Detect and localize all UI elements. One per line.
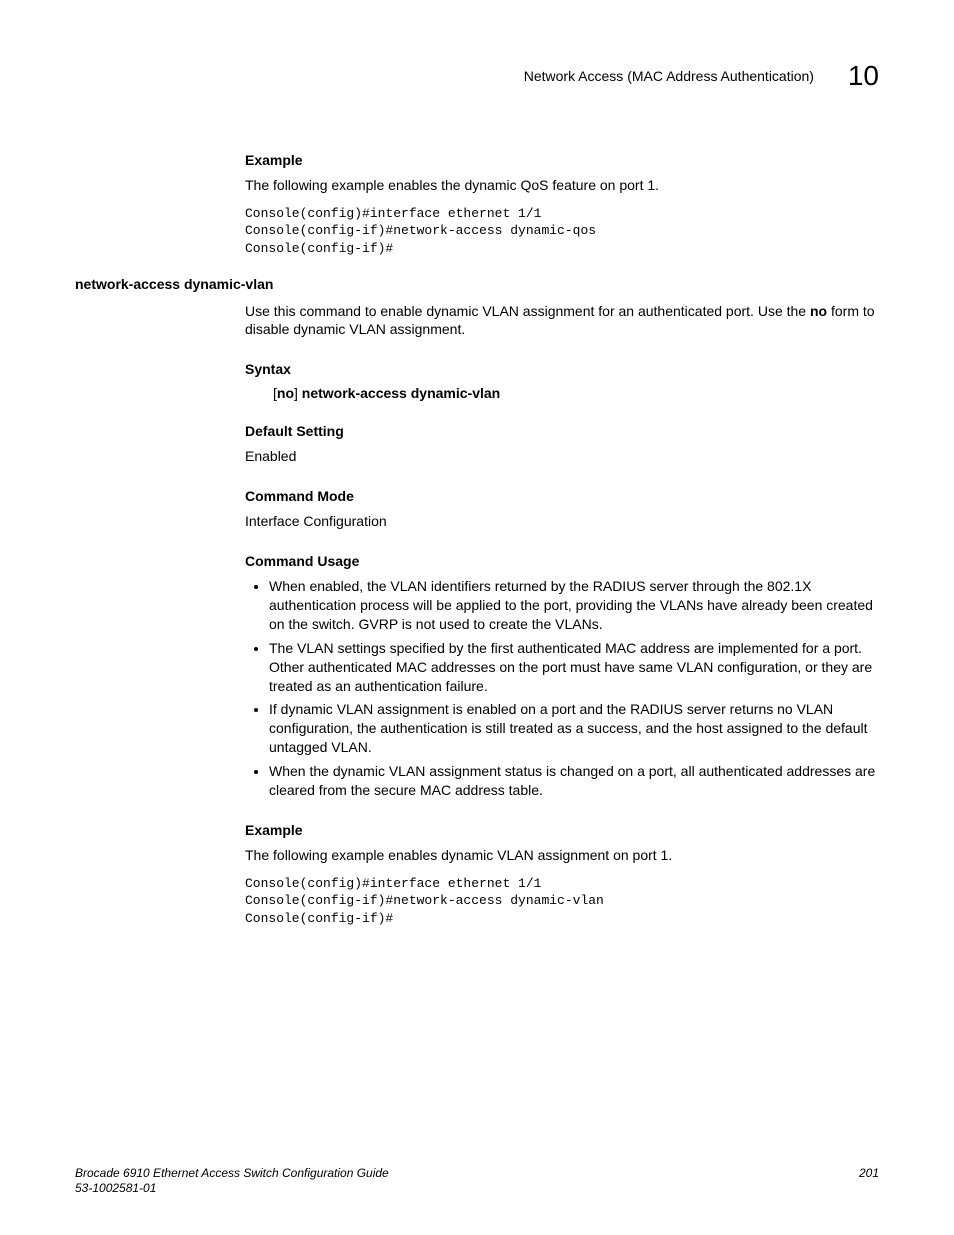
example-qos-section: Example The following example enables th… xyxy=(245,152,879,258)
syntax-heading: Syntax xyxy=(245,361,879,377)
syntax-cmd: network-access dynamic-vlan xyxy=(302,385,500,401)
command-name-heading: network-access dynamic-vlan xyxy=(75,276,879,292)
footer-book: Brocade 6910 Ethernet Access Switch Conf… xyxy=(75,1166,389,1182)
desc-no: no xyxy=(810,303,827,319)
default-value: Enabled xyxy=(245,447,879,466)
page-container: Network Access (MAC Address Authenticati… xyxy=(0,0,954,985)
example-code-qos: Console(config)#interface ethernet 1/1 C… xyxy=(245,205,879,258)
example2-code: Console(config)#interface ethernet 1/1 C… xyxy=(245,875,879,928)
usage-item: The VLAN settings specified by the first… xyxy=(269,639,879,696)
example-intro: The following example enables the dynami… xyxy=(245,176,879,195)
syntax-no: no xyxy=(277,385,294,401)
header-title: Network Access (MAC Address Authenticati… xyxy=(524,68,814,84)
desc-pre: Use this command to enable dynamic VLAN … xyxy=(245,303,810,319)
usage-item: When the dynamic VLAN assignment status … xyxy=(269,762,879,800)
chapter-number: 10 xyxy=(848,60,879,92)
usage-list: When enabled, the VLAN identifiers retur… xyxy=(245,577,879,800)
mode-heading: Command Mode xyxy=(245,488,879,504)
example2-heading: Example xyxy=(245,822,879,838)
command-description: Use this command to enable dynamic VLAN … xyxy=(245,302,879,340)
syntax-line: [no] network-access dynamic-vlan xyxy=(273,385,879,401)
default-heading: Default Setting xyxy=(245,423,879,439)
usage-heading: Command Usage xyxy=(245,553,879,569)
mode-value: Interface Configuration xyxy=(245,512,879,531)
footer-docnum: 53-1002581-01 xyxy=(75,1181,389,1197)
page-footer: Brocade 6910 Ethernet Access Switch Conf… xyxy=(75,1166,879,1197)
usage-item: When enabled, the VLAN identifiers retur… xyxy=(269,577,879,634)
usage-item: If dynamic VLAN assignment is enabled on… xyxy=(269,700,879,757)
command-body: Use this command to enable dynamic VLAN … xyxy=(245,302,879,928)
example2-intro: The following example enables dynamic VL… xyxy=(245,846,879,865)
example-heading: Example xyxy=(245,152,879,168)
syntax-bracket-close: ] xyxy=(294,385,302,401)
footer-left: Brocade 6910 Ethernet Access Switch Conf… xyxy=(75,1166,389,1197)
footer-page-number: 201 xyxy=(859,1166,879,1180)
page-header: Network Access (MAC Address Authenticati… xyxy=(75,60,879,92)
